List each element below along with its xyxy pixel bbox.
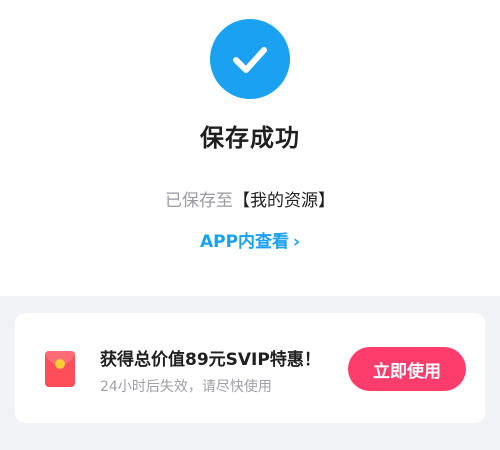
saved-location-text: 已保存至【我的资源】 — [0, 186, 500, 211]
chevron-right-icon: › — [293, 232, 301, 252]
svip-promo-card: 获得总价值89元SVIP特惠！ 24小时后失效，请尽快使用 立即使用 — [15, 313, 485, 423]
promo-subtitle: 24小时后失效，请尽快使用 — [100, 379, 272, 395]
view-in-app-link[interactable]: APP内查看 › — [0, 227, 500, 252]
check-circle-icon — [210, 19, 290, 99]
checkmark-icon — [233, 47, 267, 73]
saved-prefix: 已保存至 — [165, 191, 233, 211]
promo-title: 获得总价值89元SVIP特惠！ — [100, 350, 321, 370]
red-envelope-icon — [45, 351, 75, 387]
use-now-button[interactable]: 立即使用 — [348, 347, 466, 391]
saved-destination: 【我的资源】 — [233, 191, 335, 211]
view-in-app-label: APP内查看 — [199, 232, 290, 252]
success-title: 保存成功 — [200, 124, 300, 152]
success-panel: 保存成功 已保存至【我的资源】 APP内查看 › — [0, 0, 500, 296]
